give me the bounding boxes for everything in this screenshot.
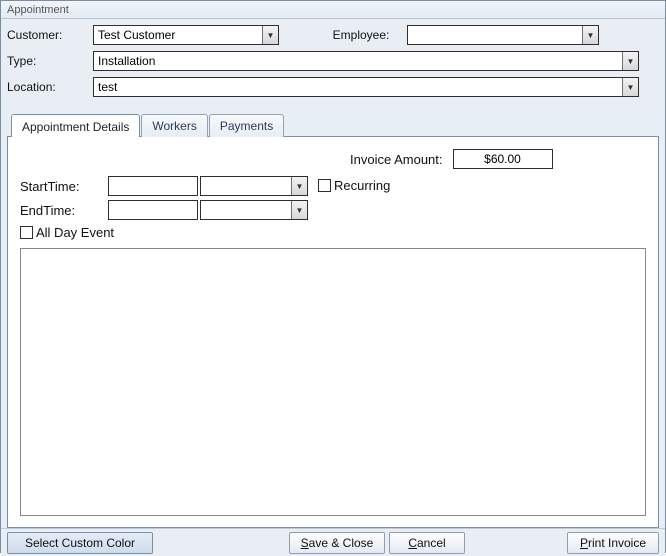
- save-and-close-button[interactable]: Save & Close: [289, 532, 385, 554]
- employee-input[interactable]: [408, 26, 582, 44]
- print-text: rint Invoice: [588, 536, 646, 550]
- location-label: Location:: [7, 80, 93, 94]
- all-day-checkbox[interactable]: All Day Event: [20, 225, 114, 240]
- end-date-input[interactable]: [108, 200, 198, 220]
- customer-dropdown[interactable]: ▼: [93, 25, 279, 45]
- chevron-down-icon[interactable]: ▼: [262, 26, 278, 44]
- button-bar: Select Custom Color Save & Close Cancel …: [1, 528, 665, 556]
- cancel-text: ancel: [417, 536, 446, 550]
- save-text: ave & Close: [309, 536, 374, 550]
- cancel-button[interactable]: Cancel: [389, 532, 465, 554]
- chevron-down-icon[interactable]: ▼: [291, 177, 307, 195]
- end-time-dropdown[interactable]: ▼: [200, 200, 308, 220]
- employee-dropdown[interactable]: ▼: [407, 25, 599, 45]
- header-form: Customer: ▼ Employee: ▼ Type: ▼ Location…: [1, 19, 665, 109]
- invoice-amount-value: $60.00: [453, 149, 553, 169]
- start-time-input[interactable]: [201, 177, 291, 195]
- start-date-input[interactable]: [108, 176, 198, 196]
- select-custom-color-button[interactable]: Select Custom Color: [7, 532, 153, 554]
- start-time-label: StartTime:: [20, 179, 108, 194]
- window-title: Appointment: [1, 1, 665, 19]
- mnemonic: S: [301, 536, 309, 550]
- type-dropdown[interactable]: ▼: [93, 51, 639, 71]
- chevron-down-icon[interactable]: ▼: [291, 201, 307, 219]
- chevron-down-icon[interactable]: ▼: [622, 52, 638, 70]
- invoice-amount-label: Invoice Amount:: [350, 152, 443, 167]
- appointment-window: Appointment Customer: ▼ Employee: ▼ Type…: [0, 0, 666, 553]
- all-day-label: All Day Event: [36, 225, 114, 240]
- mnemonic: P: [580, 536, 588, 550]
- tab-appointment-details[interactable]: Appointment Details: [11, 114, 140, 137]
- chevron-down-icon[interactable]: ▼: [622, 78, 638, 96]
- checkbox-icon: [20, 226, 33, 239]
- location-dropdown[interactable]: ▼: [93, 77, 639, 97]
- notes-textarea[interactable]: [20, 248, 646, 516]
- type-input[interactable]: [94, 52, 622, 70]
- tab-payments[interactable]: Payments: [209, 114, 284, 137]
- tab-workers[interactable]: Workers: [141, 114, 207, 137]
- checkbox-icon: [318, 179, 331, 192]
- type-label: Type:: [7, 54, 93, 68]
- tab-strip: Appointment Details Workers Payments: [7, 113, 659, 136]
- mnemonic: C: [408, 536, 417, 550]
- customer-label: Customer:: [7, 28, 93, 42]
- recurring-checkbox[interactable]: Recurring: [318, 178, 390, 193]
- employee-label: Employee:: [315, 28, 407, 42]
- chevron-down-icon[interactable]: ▼: [582, 26, 598, 44]
- recurring-label: Recurring: [334, 178, 390, 193]
- appointment-details-panel: Invoice Amount: $60.00 StartTime: ▼ Recu…: [7, 136, 659, 528]
- print-invoice-button[interactable]: Print Invoice: [567, 532, 659, 554]
- end-time-label: EndTime:: [20, 203, 108, 218]
- start-time-dropdown[interactable]: ▼: [200, 176, 308, 196]
- end-time-input[interactable]: [201, 201, 291, 219]
- location-input[interactable]: [94, 78, 622, 96]
- tabs-region: Appointment Details Workers Payments Inv…: [1, 109, 665, 528]
- customer-input[interactable]: [94, 26, 262, 44]
